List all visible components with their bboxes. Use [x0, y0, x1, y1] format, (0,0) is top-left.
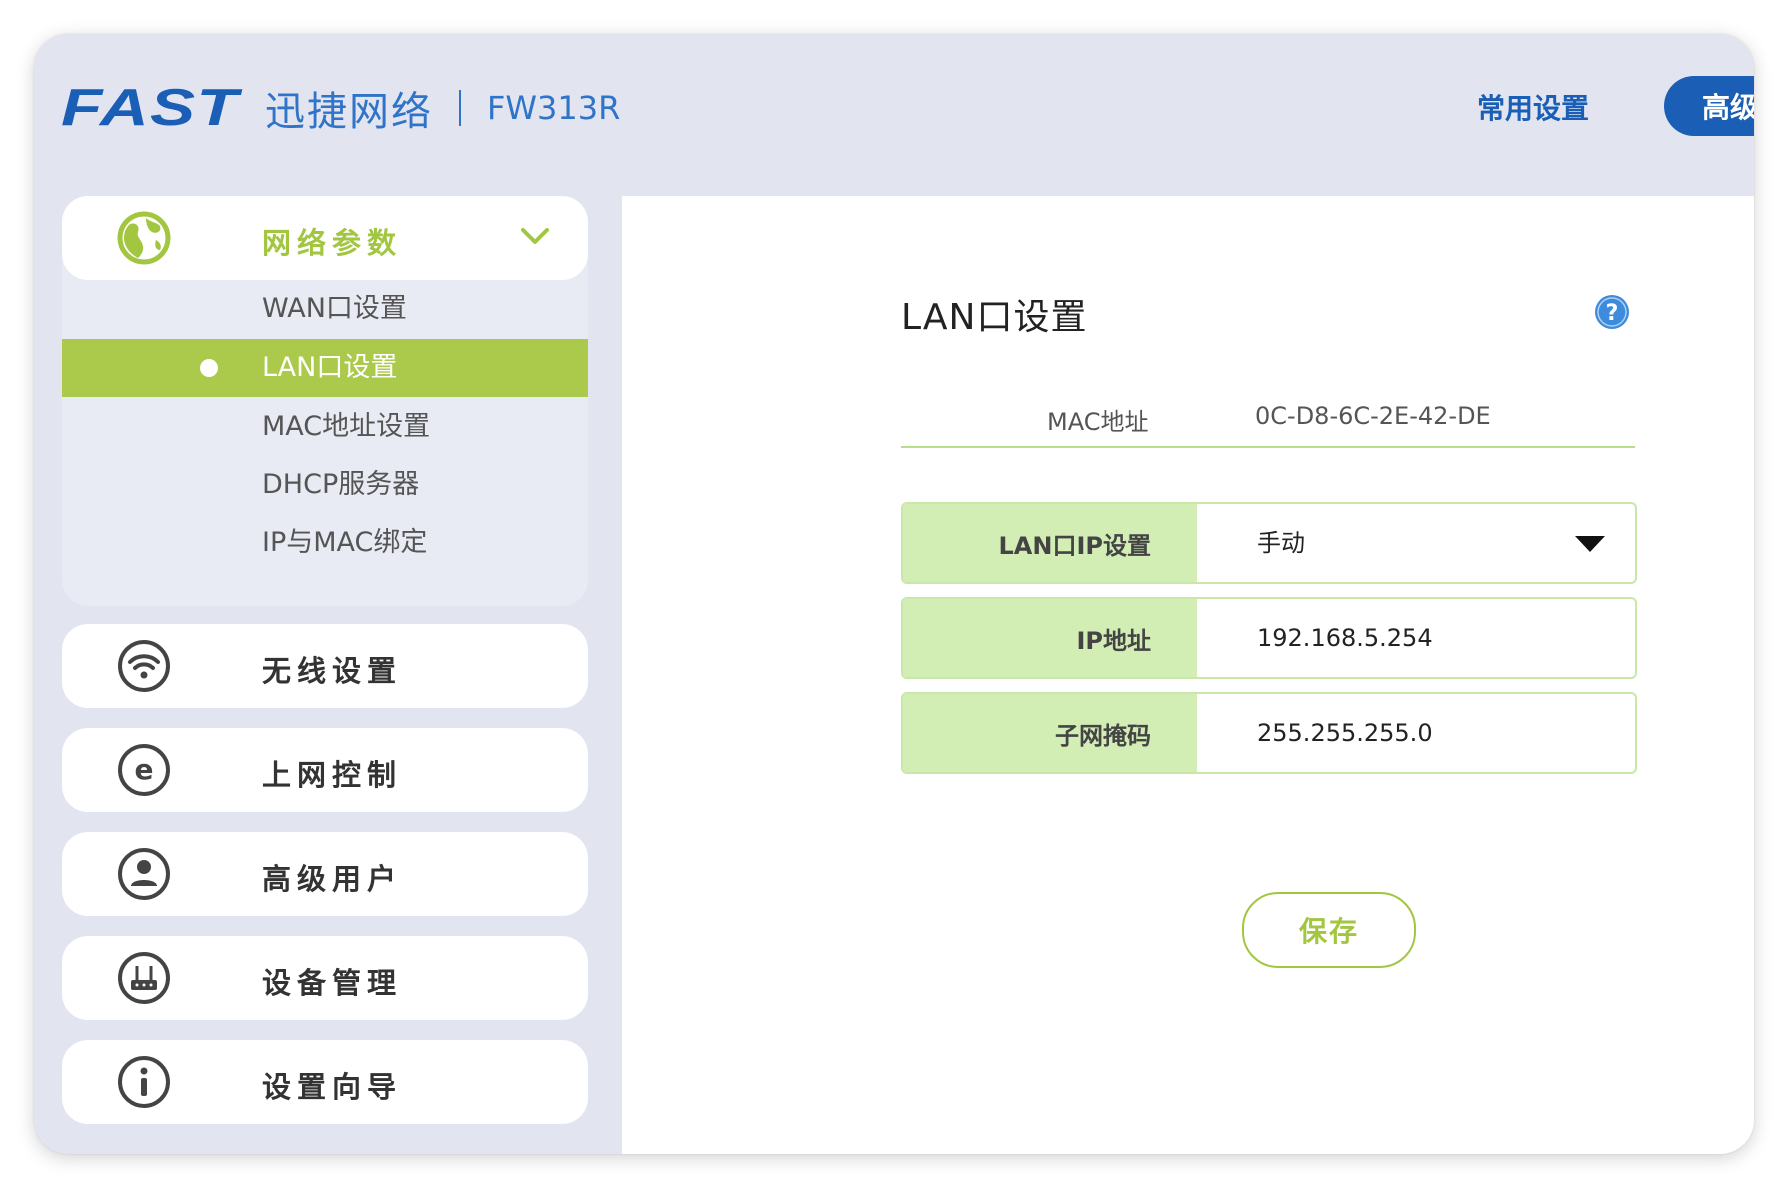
subnet-mask-label: 子网掩码 — [903, 694, 1197, 772]
lan-ip-mode-field: LAN口IP设置 手动 — [901, 502, 1637, 584]
router-icon — [118, 952, 170, 1004]
sidebar-item-label: 设置向导 — [262, 1070, 403, 1104]
sidebar-item-device-management[interactable]: 设备管理 — [62, 936, 588, 1020]
brand-name: FAST — [61, 79, 239, 137]
router-admin-window: FAST 迅捷网络 FW313R 常用设置 高级 网络参数 WAN口设置 LAN… — [34, 34, 1754, 1154]
globe-icon — [117, 211, 171, 265]
sidebar-subitem-mac[interactable]: MAC地址设置 — [62, 398, 588, 456]
nav-common-settings[interactable]: 常用设置 — [1477, 84, 1589, 134]
svg-text:?: ? — [1606, 301, 1619, 326]
sidebar-subitem-label: MAC地址设置 — [262, 411, 431, 442]
info-icon — [118, 1056, 170, 1108]
sidebar-item-label: 上网控制 — [262, 758, 403, 792]
sidebar-subitem-label: DHCP服务器 — [262, 469, 420, 500]
sidebar-item-wireless[interactable]: 无线设置 — [62, 624, 588, 708]
subnet-mask-input[interactable] — [1197, 694, 1635, 772]
active-indicator — [200, 359, 218, 377]
sidebar-subitem-label: IP与MAC绑定 — [262, 527, 428, 558]
page-title: LAN口设置 — [901, 297, 1088, 338]
lan-ip-mode-selected: 手动 — [1257, 529, 1305, 557]
brand-logo: FAST 迅捷网络 FW313R — [61, 78, 620, 138]
ip-address-label: IP地址 — [903, 599, 1197, 677]
nav-advanced-label: 高级 — [1702, 91, 1754, 124]
sidebar-subitem-label: LAN口设置 — [262, 352, 398, 383]
chevron-down-icon — [521, 228, 549, 244]
nav-advanced-settings[interactable]: 高级 — [1664, 76, 1754, 136]
sidebar-item-advanced-user[interactable]: 高级用户 — [62, 832, 588, 916]
sidebar-subitem-wan[interactable]: WAN口设置 — [62, 280, 588, 338]
svg-text:e: e — [135, 753, 154, 786]
dropdown-arrow-icon — [1575, 536, 1605, 552]
logo-divider — [459, 90, 461, 126]
sidebar-item-label: 设备管理 — [262, 966, 403, 1000]
save-button[interactable]: 保存 — [1242, 892, 1416, 968]
sidebar-subitem-lan[interactable]: LAN口设置 — [62, 339, 588, 397]
sidebar-subitem-label: WAN口设置 — [262, 293, 407, 324]
sidebar-item-setup-wizard[interactable]: 设置向导 — [62, 1040, 588, 1124]
mac-address-label: MAC地址 — [1047, 408, 1149, 436]
wifi-icon — [118, 640, 170, 692]
mac-address-row: MAC地址 0C-D8-6C-2E-42-DE — [901, 386, 1635, 448]
main-panel: LAN口设置 ? MAC地址 0C-D8-6C-2E-42-DE LAN口IP设… — [622, 196, 1754, 1154]
sidebar-item-label: 高级用户 — [262, 862, 403, 896]
lan-ip-mode-select[interactable]: 手动 — [1197, 504, 1635, 582]
ip-address-field: IP地址 — [901, 597, 1637, 679]
sidebar-item-label: 无线设置 — [262, 654, 403, 688]
mac-address-value: 0C-D8-6C-2E-42-DE — [1255, 402, 1491, 430]
model-name: FW313R — [487, 89, 621, 127]
subnet-mask-field: 子网掩码 — [901, 692, 1637, 774]
sidebar-subitem-dhcp[interactable]: DHCP服务器 — [62, 456, 588, 514]
sidebar-subitem-ip-mac-binding[interactable]: IP与MAC绑定 — [62, 514, 588, 572]
sidebar-item-network[interactable]: 网络参数 — [62, 196, 588, 280]
ip-address-input[interactable] — [1197, 599, 1635, 677]
internet-e-icon: e — [118, 744, 170, 796]
sidebar-item-internet-control[interactable]: e 上网控制 — [62, 728, 588, 812]
sidebar-item-network-label: 网络参数 — [262, 226, 403, 260]
user-icon — [118, 848, 170, 900]
help-icon[interactable]: ? — [1594, 294, 1630, 330]
sidebar-group-network: 网络参数 WAN口设置 LAN口设置 MAC地址设置 DHCP服务器 IP与MA… — [62, 196, 588, 606]
lan-ip-mode-label: LAN口IP设置 — [903, 504, 1197, 582]
